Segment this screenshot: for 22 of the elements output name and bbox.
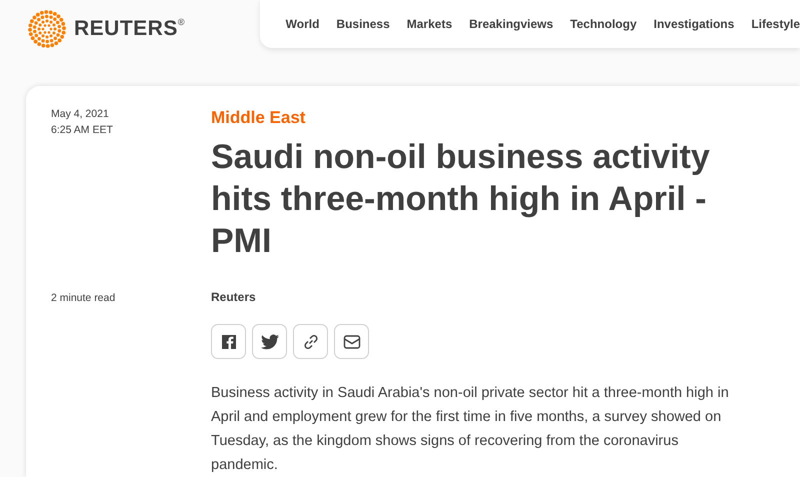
nav-link[interactable]: Investigations <box>654 17 734 31</box>
link-icon <box>302 332 320 350</box>
nav-link[interactable]: Technology <box>570 17 637 31</box>
share-button[interactable] <box>211 324 246 359</box>
read-time: 2 minute read <box>51 291 116 306</box>
nav-link[interactable]: Lifestyle <box>751 17 800 31</box>
nav-link[interactable]: Markets <box>406 17 452 31</box>
facebook-icon <box>220 334 236 350</box>
envelope-icon <box>342 334 360 350</box>
publish-time: 6:25 AM EET <box>51 123 114 138</box>
logo-wordmark[interactable]: REUTERS$^{®}$ <box>74 17 185 41</box>
headline: Saudi non-oil business activity hits three-month high in April - PMI <box>211 137 711 262</box>
share-button[interactable] <box>334 324 369 359</box>
nav-link[interactable]: World <box>286 17 320 31</box>
publish-date: May 4, 2021 <box>51 107 110 122</box>
nav-link[interactable]: Breakingviews <box>469 17 554 31</box>
byline[interactable]: Reuters <box>211 290 800 304</box>
nav-link[interactable]: Business <box>336 17 390 31</box>
share-button[interactable] <box>293 324 328 359</box>
bird-icon <box>260 334 278 350</box>
share-button[interactable] <box>252 324 287 359</box>
article-body: Business activity in Saudi Arabia's non-oil private sector hit a three-month high in April and employment grew for the first time in five months, a survey showed on Tuesday, as the kingdom shows signs of recovering from the coronavirus pandemic. <box>211 384 730 475</box>
